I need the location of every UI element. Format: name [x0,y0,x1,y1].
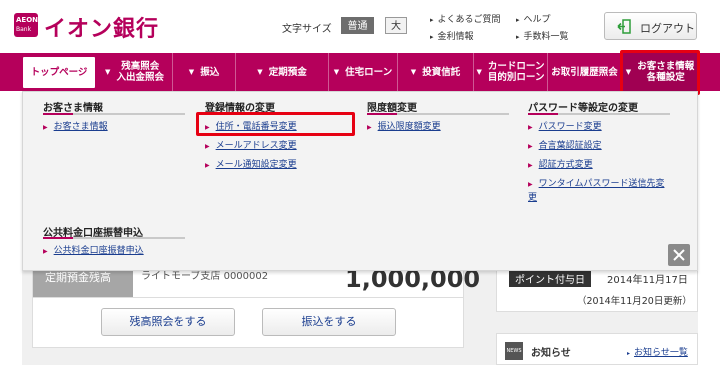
dd-link-transfer-limit[interactable]: ▶ 振込限度額変更 [367,119,441,132]
dd-link-customer-info[interactable]: ▶ お客さま情報 [43,119,108,132]
nav-balance[interactable]: ▼ 残高照会 入出金照会 [97,53,173,91]
balance-inquiry-button[interactable]: 残高照会をする [101,308,235,336]
font-size-label: 文字サイズ [282,24,332,35]
faq-link[interactable]: ▸ よくあるご質問 [430,12,501,25]
dd-heading-customer-info: お客さま情報 [43,103,103,114]
dd-link-one-time-password[interactable]: ▶ ワンタイムパスワード送信先変 [528,176,664,189]
global-nav: トップページ ▼ 残高照会 入出金照会 ▼ 振込 ▼ 定期預金 ▼ 住宅ローン ▼ 投資信… [0,53,720,91]
chevron-down-icon: ▼ [105,67,111,76]
highlight-box-address [196,112,355,136]
dd-divider [43,237,185,239]
news-title: お知らせ [531,348,571,359]
font-size-normal-button[interactable]: 普通 [341,17,374,34]
header: AEON Bank イオン銀行 文字サイズ 普通 大 ▸ よくあるご質問 ▸ ヘルプ… [0,0,720,52]
dd-link-one-time-password-cont[interactable]: 更 [528,190,537,203]
dd-link-mail-notification[interactable]: ▶ メール通知設定変更 [205,157,297,170]
dd-heading-password-settings: パスワード等設定の変更 [528,103,638,114]
logout-label: ログアウト [640,22,695,35]
points-updated: （2014年11月20日更新） [577,296,692,307]
chevron-down-icon: ▼ [410,67,417,76]
triangle-icon: ▸ [516,33,520,41]
chevron-down-icon: ▼ [257,67,263,76]
aeon-logo[interactable]: AEON Bank [14,13,38,37]
dd-link-auth-method[interactable]: ▶ 認証方式変更 [528,157,593,170]
triangle-icon: ▶ [528,162,533,169]
news-card: NEWS お知らせ ▸ お知らせ一覧 [496,333,698,365]
triangle-icon: ▸ [430,33,434,41]
dd-link-email-change[interactable]: ▶ メールアドレス変更 [205,138,297,151]
nav-transfer[interactable]: ▼ 振込 [173,53,236,91]
dd-divider [43,113,185,115]
nav-card-loan[interactable]: ▼ カードローン 目的別ローン [474,53,548,91]
dd-divider [528,113,670,115]
triangle-icon: ▸ [516,16,520,24]
close-icon [673,249,685,261]
chevron-down-icon: ▼ [188,67,195,76]
news-list-link[interactable]: ▸ お知らせ一覧 [627,345,688,358]
nav-history[interactable]: お取引履歴照会 [548,53,622,91]
dd-link-secret-word[interactable]: ▶ 合言葉認証設定 [528,138,602,151]
dropdown-close-button[interactable] [668,244,690,266]
transfer-button[interactable]: 振込をする [262,308,396,336]
triangle-icon: ▶ [367,124,372,131]
nav-investment[interactable]: ▼ 投資信託 [398,53,474,91]
bank-name[interactable]: イオン銀行 [44,11,159,43]
help-link[interactable]: ▸ ヘルプ [516,12,551,25]
dd-link-password-change[interactable]: ▶ パスワード変更 [528,119,602,132]
triangle-icon: ▶ [528,181,533,188]
highlight-box-nav [620,50,700,95]
triangle-icon: ▸ [627,350,631,357]
dd-link-utility-transfer[interactable]: ▶ 公共料金口座振替申込 [43,243,144,256]
dd-heading-limit-change: 限度額変更 [367,103,417,114]
fees-link[interactable]: ▸ 手数料一覧 [516,29,569,42]
nav-time-deposit[interactable]: ▼ 定期預金 [236,53,329,91]
triangle-icon: ▶ [43,248,48,255]
dd-divider [367,113,509,115]
logout-button[interactable]: ログアウト [604,12,697,40]
logo-line2: Bank [16,26,32,33]
logo-line1: AEON [16,16,39,24]
triangle-icon: ▸ [430,16,434,24]
news-icon: NEWS [505,342,523,360]
triangle-icon: ▶ [528,124,533,131]
action-card: 残高照会をする 振込をする [32,298,464,348]
triangle-icon: ▶ [43,124,48,131]
triangle-icon: ▶ [205,143,210,150]
triangle-icon: ▶ [528,143,533,150]
chevron-down-icon: ▼ [476,67,482,76]
triangle-icon: ▶ [205,162,210,169]
chevron-down-icon: ▼ [333,67,340,76]
rates-link[interactable]: ▸ 金利情報 [430,29,474,42]
nav-housing-loan[interactable]: ▼ 住宅ローン [329,53,398,91]
font-size-large-button[interactable]: 大 [385,17,407,34]
nav-top-page[interactable]: トップページ [22,56,96,89]
logout-icon [617,19,631,34]
points-date: 2014年11月17日 [607,275,688,286]
